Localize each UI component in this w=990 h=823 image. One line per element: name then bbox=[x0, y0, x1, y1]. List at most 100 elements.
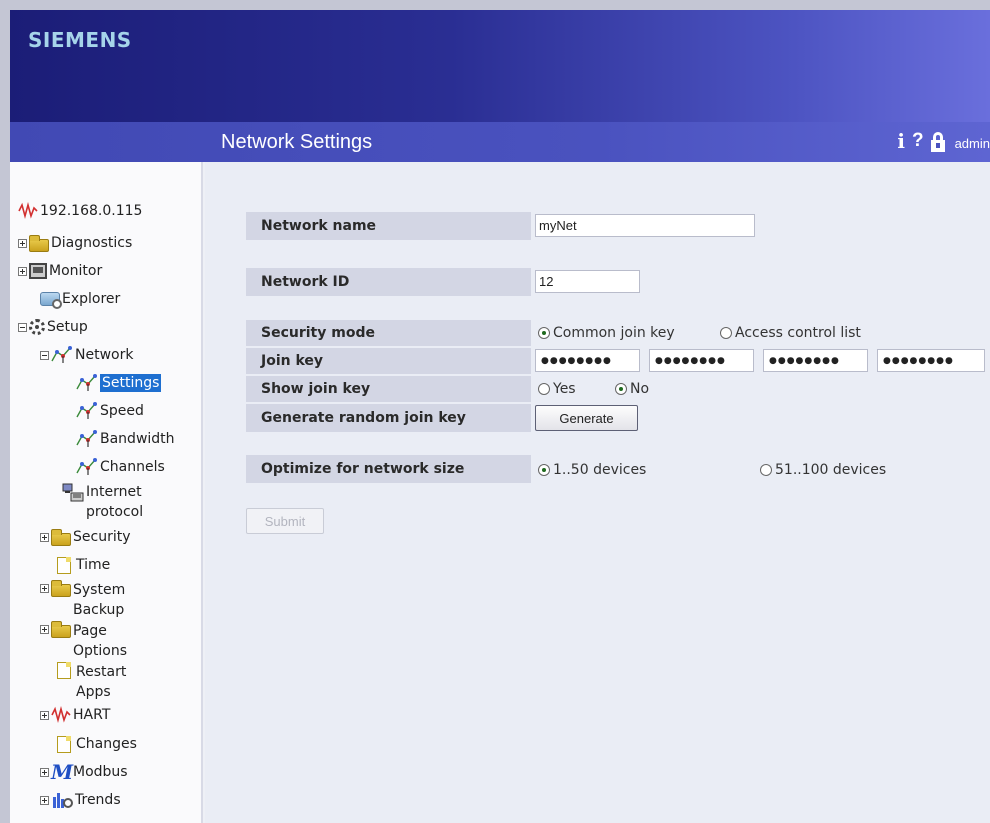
folder-icon bbox=[51, 621, 71, 638]
tree-item-setup[interactable]: Setup bbox=[18, 318, 88, 336]
tree-item-internet-protocol[interactable]: Internet protocol bbox=[62, 482, 166, 522]
modbus-icon: M bbox=[51, 760, 74, 784]
folder-icon bbox=[51, 528, 71, 546]
info-icon[interactable]: i bbox=[897, 130, 905, 152]
tree-item-channels[interactable]: Channels bbox=[76, 458, 165, 476]
tree-item-label: HART bbox=[73, 707, 111, 723]
folder-icon bbox=[51, 580, 71, 597]
radio-selected-icon bbox=[538, 464, 550, 476]
tree-item-label: Time bbox=[76, 557, 111, 573]
security-mode-label: Security mode bbox=[246, 320, 531, 346]
explorer-icon bbox=[40, 292, 62, 309]
radio-label: Common join key bbox=[553, 325, 675, 341]
expand-icon[interactable] bbox=[40, 532, 49, 542]
app-frame: SIEMENS Network Settings i ? admin 192.1… bbox=[10, 10, 990, 823]
tree-item-explorer[interactable]: Explorer bbox=[40, 290, 121, 309]
network-icon bbox=[51, 346, 73, 364]
join-key-part-3[interactable]: ●●●●●●●● bbox=[763, 349, 868, 372]
radio-unselected-icon bbox=[760, 464, 772, 476]
tree-item-label: Diagnostics bbox=[51, 235, 133, 251]
title-bar: Network Settings i ? admin bbox=[10, 122, 990, 162]
tree-item-network[interactable]: Network bbox=[40, 346, 133, 364]
tree-item-label: Setup bbox=[47, 319, 88, 335]
tree-item-time[interactable]: Time bbox=[54, 556, 110, 574]
tree-item-label: Page Options bbox=[73, 623, 128, 659]
expand-icon[interactable] bbox=[18, 266, 27, 276]
radio-label: No bbox=[630, 381, 650, 397]
tree-item-label: Speed bbox=[100, 403, 144, 419]
optimize-1-50-radio[interactable]: 1..50 devices bbox=[538, 462, 646, 478]
tree-item-label: Explorer bbox=[62, 291, 121, 307]
access-control-list-radio[interactable]: Access control list bbox=[720, 325, 861, 341]
tree-item-hart[interactable]: HART bbox=[40, 705, 111, 724]
tree-item-trends[interactable]: Trends bbox=[40, 791, 121, 809]
expand-icon[interactable] bbox=[18, 238, 27, 248]
user-name[interactable]: admin bbox=[955, 136, 990, 152]
expand-icon[interactable] bbox=[40, 710, 49, 720]
network-icon bbox=[76, 402, 98, 420]
join-key-part-1[interactable]: ●●●●●●●● bbox=[535, 349, 640, 372]
tree-item-label: Changes bbox=[76, 736, 137, 752]
radio-selected-icon bbox=[615, 383, 627, 395]
generate-button[interactable]: Generate bbox=[535, 405, 638, 431]
monitor-icon bbox=[29, 263, 47, 279]
tree-item-monitor[interactable]: Monitor bbox=[18, 262, 102, 280]
show-join-key-yes-radio[interactable]: Yes bbox=[538, 381, 576, 397]
network-icon bbox=[76, 430, 98, 448]
page-icon bbox=[57, 662, 71, 679]
tree-item-label: Settings bbox=[100, 374, 162, 392]
show-join-key-no-radio[interactable]: No bbox=[615, 381, 649, 397]
computer-network-icon bbox=[62, 482, 84, 504]
page-icon bbox=[57, 556, 71, 574]
tree-item-restart-apps[interactable]: Restart Apps bbox=[54, 662, 146, 702]
tree-item-security[interactable]: Security bbox=[40, 528, 131, 546]
tree-root-label: 192.168.0.115 bbox=[40, 203, 143, 219]
tree-item-modbus[interactable]: M Modbus bbox=[40, 760, 128, 784]
radio-unselected-icon bbox=[538, 383, 550, 395]
tree-item-settings[interactable]: Settings bbox=[76, 374, 162, 392]
network-id-input[interactable]: 12 bbox=[535, 270, 640, 293]
optimize-network-size-label: Optimize for network size bbox=[246, 455, 531, 483]
signal-wave-icon bbox=[51, 705, 71, 724]
tree-item-page-options[interactable]: Page Options bbox=[40, 621, 143, 661]
tree-item-label: Monitor bbox=[49, 263, 103, 279]
folder-icon bbox=[29, 234, 49, 252]
tree-item-label: Channels bbox=[100, 459, 165, 475]
submit-button[interactable]: Submit bbox=[246, 508, 324, 534]
expand-icon[interactable] bbox=[40, 625, 49, 634]
tree-item-label: Internet protocol bbox=[86, 484, 144, 520]
trends-icon bbox=[51, 791, 73, 809]
tree-item-label: Modbus bbox=[73, 764, 128, 780]
network-icon bbox=[76, 458, 98, 476]
common-join-key-radio[interactable]: Common join key bbox=[538, 325, 675, 341]
collapse-icon[interactable] bbox=[40, 350, 49, 360]
tree-item-label: Bandwidth bbox=[100, 431, 175, 447]
lock-icon[interactable] bbox=[930, 132, 945, 152]
tree-item-system-backup[interactable]: System Backup bbox=[40, 580, 143, 620]
tree-item-label: Security bbox=[73, 529, 131, 545]
network-id-label: Network ID bbox=[246, 268, 531, 296]
join-key-part-4[interactable]: ●●●●●●●● bbox=[877, 349, 985, 372]
tree-item-label: Trends bbox=[75, 792, 121, 808]
expand-icon[interactable] bbox=[40, 584, 49, 593]
join-key-part-2[interactable]: ●●●●●●●● bbox=[649, 349, 754, 372]
tree-item-diagnostics[interactable]: Diagnostics bbox=[18, 234, 132, 252]
collapse-icon[interactable] bbox=[18, 322, 27, 332]
siemens-logo: SIEMENS bbox=[28, 28, 132, 52]
help-icon[interactable]: ? bbox=[912, 130, 924, 152]
radio-label: 1..50 devices bbox=[553, 462, 647, 478]
tree-item-bandwidth[interactable]: Bandwidth bbox=[76, 430, 175, 448]
tree-item-speed[interactable]: Speed bbox=[76, 402, 144, 420]
tree-item-changes[interactable]: Changes bbox=[54, 735, 137, 753]
optimize-51-100-radio[interactable]: 51..100 devices bbox=[760, 462, 886, 478]
header-banner: SIEMENS bbox=[10, 10, 990, 122]
utility-icons: i ? admin bbox=[897, 130, 990, 152]
network-name-label: Network name bbox=[246, 212, 531, 240]
gear-icon bbox=[29, 319, 45, 335]
join-key-label: Join key bbox=[246, 348, 531, 374]
page-title: Network Settings bbox=[221, 131, 373, 153]
expand-icon[interactable] bbox=[40, 795, 49, 805]
network-name-input[interactable]: myNet bbox=[535, 214, 755, 237]
expand-icon[interactable] bbox=[40, 767, 49, 777]
tree-root[interactable]: 192.168.0.115 bbox=[18, 201, 143, 220]
